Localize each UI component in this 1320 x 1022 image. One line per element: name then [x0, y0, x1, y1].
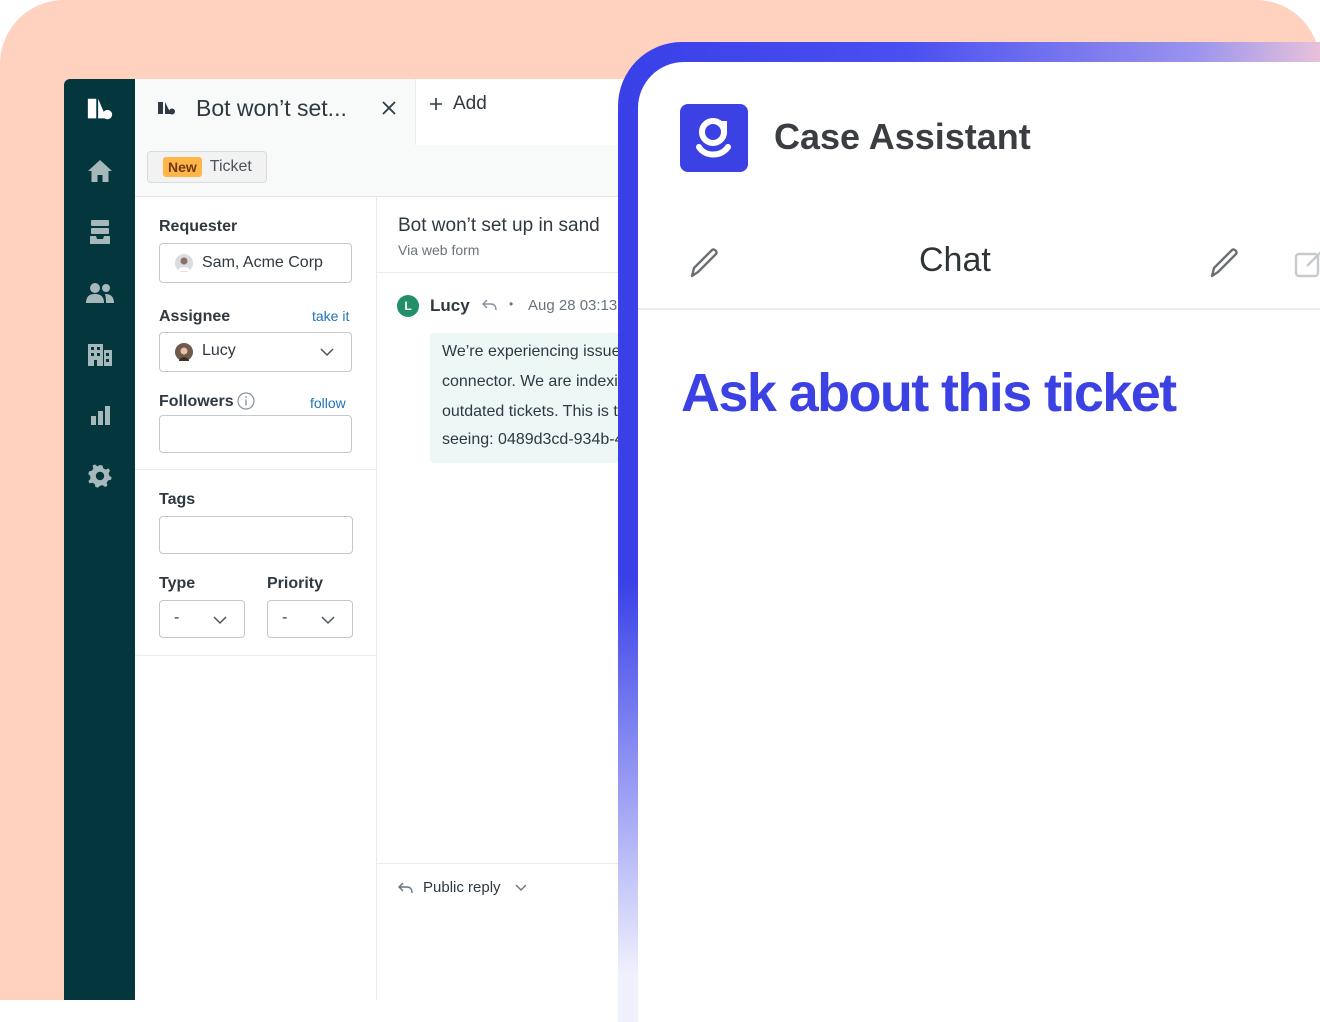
ask-prompt-heading: Ask about this ticket [681, 363, 1177, 423]
divider [135, 655, 376, 656]
add-tab-button[interactable]: Add [429, 93, 487, 115]
chevron-down-icon [321, 616, 335, 625]
priority-select[interactable]: - [267, 600, 353, 638]
ticket-subject: Bot won’t set up in sand [398, 215, 600, 236]
ticket-pill-label: Ticket [209, 158, 252, 175]
message-timestamp: Aug 28 03:13 [528, 297, 618, 314]
tags-input[interactable] [159, 516, 353, 554]
type-select[interactable]: - [159, 600, 245, 638]
add-tab-label: Add [453, 93, 487, 114]
chat-header-bar: Chat [638, 232, 1320, 310]
info-icon[interactable] [237, 392, 255, 410]
nav-rail [64, 79, 135, 1000]
admin-gear-icon[interactable] [86, 462, 114, 490]
case-assistant-logo-icon [680, 104, 748, 172]
follow-link[interactable]: follow [310, 395, 346, 411]
chevron-down-icon [320, 348, 334, 357]
type-label: Type [159, 575, 196, 592]
zendesk-logo-icon[interactable] [86, 95, 114, 123]
organizations-icon[interactable] [86, 340, 114, 368]
plus-icon [430, 98, 442, 110]
reporting-icon[interactable] [86, 401, 114, 429]
message-line: We’re experiencing issues [442, 343, 629, 360]
priority-label: Priority [267, 575, 324, 592]
ticket-status-pill[interactable]: New Ticket [147, 151, 267, 183]
ticket-tab-icon [157, 101, 176, 121]
compose-icon[interactable] [1293, 246, 1320, 280]
requester-avatar [175, 254, 193, 272]
meta-separator: • [509, 297, 514, 311]
chevron-down-icon [213, 616, 227, 625]
customers-icon[interactable] [86, 279, 114, 307]
reply-type-label: Public reply [423, 879, 501, 896]
views-icon[interactable] [86, 218, 114, 246]
pencil-icon[interactable] [688, 246, 722, 280]
message-author[interactable]: Lucy [430, 296, 470, 316]
priority-value: - [282, 609, 288, 626]
assignee-select[interactable]: Lucy [159, 332, 352, 372]
reply-type-selector[interactable]: Public reply [397, 879, 527, 896]
author-avatar: L [397, 295, 419, 317]
assignee-label: Assignee [159, 308, 231, 325]
requester-field[interactable]: Sam, Acme Corp [159, 243, 352, 283]
message-line: outdated tickets. This is th [442, 403, 627, 420]
type-value: - [174, 609, 180, 626]
divider [135, 469, 376, 470]
tags-label: Tags [159, 491, 196, 508]
followers-label: Followers [159, 393, 234, 410]
ticket-tab-title: Bot won’t set... [196, 95, 347, 121]
ticket-properties-panel: Requester Sam, Acme Corp Assignee take i… [135, 197, 377, 1000]
reply-icon [482, 299, 497, 311]
message-line: seeing: 0489d3cd-934b-4 [442, 431, 624, 448]
chat-tab-label[interactable]: Chat [919, 241, 991, 280]
reply-icon [398, 882, 413, 893]
status-badge: New [163, 157, 202, 177]
case-assistant-title: Case Assistant [774, 116, 1031, 157]
message-line: connector. We are indexing [442, 373, 636, 390]
assignee-value: Lucy [202, 342, 236, 359]
assignee-avatar [175, 343, 193, 361]
take-it-link[interactable]: take it [312, 308, 349, 324]
followers-input[interactable] [159, 415, 352, 453]
case-assistant-content: Case Assistant Chat Ask about this ticke… [638, 62, 1320, 1022]
ticket-tab[interactable]: Bot won’t set... [135, 79, 416, 145]
chevron-down-icon [515, 884, 527, 891]
ticket-channel: Via web form [398, 242, 480, 258]
home-icon[interactable] [86, 157, 114, 185]
pencil-icon[interactable] [1208, 246, 1242, 280]
requester-value: Sam, Acme Corp [202, 254, 323, 271]
requester-label: Requester [159, 218, 238, 235]
close-icon[interactable] [379, 98, 399, 118]
case-assistant-panel: Case Assistant Chat Ask about this ticke… [618, 42, 1320, 1022]
